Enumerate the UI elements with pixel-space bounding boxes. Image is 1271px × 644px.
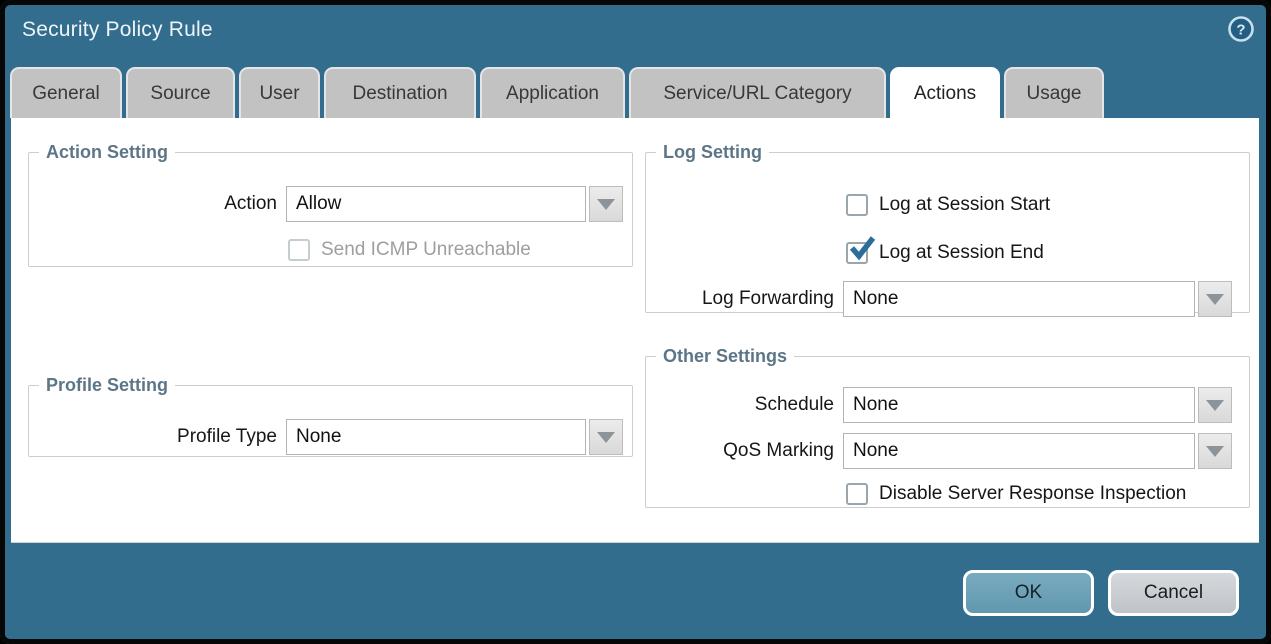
- disable-server-response-inspection-checkbox[interactable]: [846, 483, 868, 505]
- log-at-session-end-label: Log at Session End: [879, 242, 1044, 264]
- send-icmp-unreachable-label: Send ICMP Unreachable: [321, 239, 531, 261]
- tab-service-url-category[interactable]: Service/URL Category: [629, 67, 886, 118]
- tab-usage[interactable]: Usage: [1004, 67, 1104, 118]
- qos-marking-label: QoS Marking: [646, 433, 843, 469]
- schedule-dropdown-button[interactable]: [1198, 387, 1232, 423]
- chevron-down-icon: [597, 432, 615, 443]
- tab-user[interactable]: User: [239, 67, 320, 118]
- log-forwarding-label: Log Forwarding: [646, 281, 843, 317]
- action-dropdown[interactable]: Allow: [286, 186, 586, 222]
- send-icmp-unreachable-checkbox[interactable]: [288, 239, 310, 261]
- security-policy-rule-dialog: Security Policy Rule ? General Source Us…: [0, 0, 1271, 644]
- action-label: Action: [29, 186, 286, 222]
- disable-server-response-inspection-label: Disable Server Response Inspection: [879, 483, 1186, 505]
- log-setting-title: Log Setting: [656, 142, 769, 163]
- log-forwarding-dropdown[interactable]: None: [843, 281, 1195, 317]
- action-setting-group: Action Setting Action Allow Send ICMP Un…: [28, 142, 633, 267]
- log-at-session-start-checkbox[interactable]: [846, 194, 868, 216]
- tab-bar: General Source User Destination Applicat…: [10, 67, 1104, 118]
- dialog-title: Security Policy Rule: [22, 18, 213, 42]
- other-settings-title: Other Settings: [656, 346, 794, 367]
- qos-marking-dropdown[interactable]: None: [843, 433, 1195, 469]
- action-dropdown-button[interactable]: [589, 186, 623, 222]
- chevron-down-icon: [1206, 294, 1224, 305]
- log-forwarding-dropdown-button[interactable]: [1198, 281, 1232, 317]
- tab-actions[interactable]: Actions: [890, 67, 1000, 118]
- chevron-down-icon: [1206, 400, 1224, 411]
- schedule-dropdown[interactable]: None: [843, 387, 1195, 423]
- tab-source[interactable]: Source: [126, 67, 235, 118]
- chevron-down-icon: [597, 199, 615, 210]
- ok-button[interactable]: OK: [963, 570, 1094, 616]
- cancel-button[interactable]: Cancel: [1108, 570, 1239, 616]
- profile-setting-title: Profile Setting: [39, 375, 175, 396]
- profile-type-dropdown[interactable]: None: [286, 419, 586, 455]
- other-settings-group: Other Settings Schedule None QoS Marking…: [645, 346, 1250, 508]
- qos-marking-dropdown-button[interactable]: [1198, 433, 1232, 469]
- profile-type-label: Profile Type: [29, 419, 286, 455]
- svg-text:?: ?: [1236, 22, 1245, 39]
- chevron-down-icon: [1206, 446, 1224, 457]
- tab-general[interactable]: General: [10, 67, 122, 118]
- checkmark-icon: [849, 235, 875, 261]
- tab-destination[interactable]: Destination: [324, 67, 476, 118]
- profile-setting-group: Profile Setting Profile Type None: [28, 375, 633, 457]
- action-setting-title: Action Setting: [39, 142, 175, 163]
- help-icon[interactable]: ?: [1227, 15, 1255, 43]
- log-at-session-end-checkbox[interactable]: [846, 242, 868, 264]
- actions-tab-panel: Action Setting Action Allow Send ICMP Un…: [11, 118, 1259, 543]
- schedule-label: Schedule: [646, 387, 843, 423]
- tab-application[interactable]: Application: [480, 67, 625, 118]
- log-at-session-start-label: Log at Session Start: [879, 194, 1050, 216]
- profile-type-dropdown-button[interactable]: [589, 419, 623, 455]
- log-setting-group: Log Setting Log at Session Start Log at …: [645, 142, 1250, 313]
